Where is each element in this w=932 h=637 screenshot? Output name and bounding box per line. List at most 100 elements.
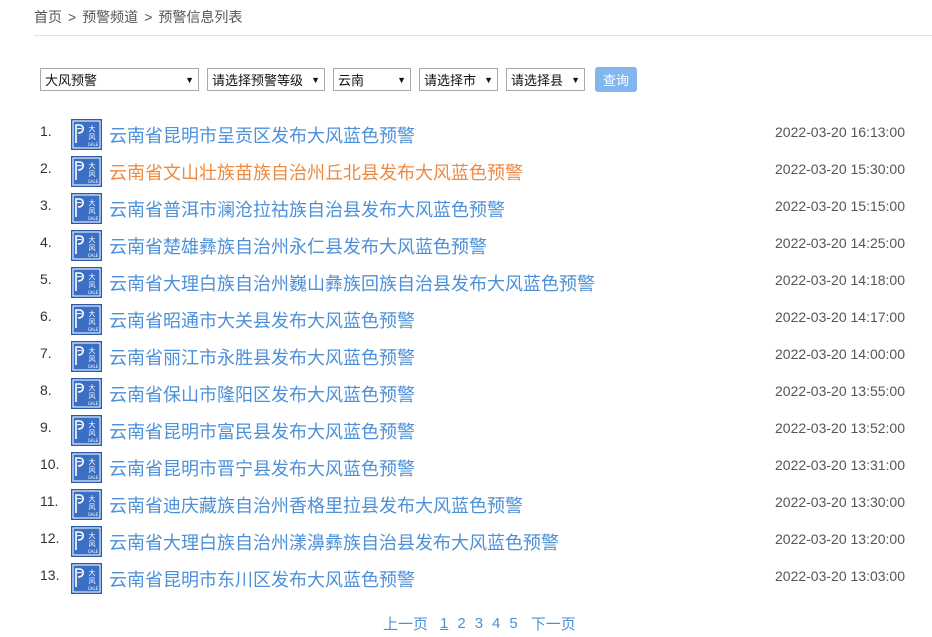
alert-time: 2022-03-20 13:31:00 [775, 457, 905, 473]
breadcrumb-channel-link[interactable]: 预警频道 [82, 7, 138, 27]
svg-text:大: 大 [89, 235, 96, 244]
alert-title-link[interactable]: 云南省普洱市澜沧拉祜族自治县发布大风蓝色预警 [109, 196, 505, 222]
gale-blue-warning-icon: 大 风 GALE [71, 119, 102, 150]
alert-list: 1. 大 风 GALE 云南省昆明市呈贡区发布大风蓝色预警 2022-03-20 … [0, 116, 932, 597]
alert-time: 2022-03-20 14:00:00 [775, 346, 905, 362]
svg-text:GALE: GALE [88, 512, 99, 517]
svg-text:大: 大 [89, 457, 96, 466]
gale-blue-warning-icon: 大 风 GALE [71, 267, 102, 298]
svg-text:大: 大 [89, 420, 96, 429]
alert-title-link[interactable]: 云南省大理白族自治州巍山彝族回族自治县发布大风蓝色预警 [109, 270, 595, 296]
svg-text:GALE: GALE [88, 179, 99, 184]
page-link[interactable]: 2 [457, 615, 465, 632]
city-value: 请选择市 [424, 73, 477, 88]
alert-row: 3. 大 风 GALE 云南省普洱市澜沧拉祜族自治县发布大风蓝色预警 2022-0… [0, 190, 932, 227]
next-page-link[interactable]: 下一页 [531, 613, 576, 634]
alert-title-link[interactable]: 云南省大理白族自治州漾濞彝族自治县发布大风蓝色预警 [109, 529, 559, 555]
svg-text:风: 风 [89, 577, 96, 585]
svg-text:大: 大 [89, 161, 96, 170]
svg-text:GALE: GALE [88, 216, 99, 221]
gale-blue-warning-icon: 大 风 GALE [71, 452, 102, 483]
page-link[interactable]: 3 [475, 615, 483, 632]
gale-blue-warning-icon: 大 风 GALE [71, 563, 102, 594]
svg-text:风: 风 [89, 170, 96, 178]
page-link[interactable]: 4 [492, 615, 500, 632]
alert-number: 10. [40, 456, 60, 472]
svg-text:GALE: GALE [88, 438, 99, 443]
alert-time: 2022-03-20 15:30:00 [775, 161, 905, 177]
alert-title-link[interactable]: 云南省丽江市永胜县发布大风蓝色预警 [109, 344, 415, 370]
alert-row: 8. 大 风 GALE 云南省保山市隆阳区发布大风蓝色预警 2022-03-20 … [0, 375, 932, 412]
alert-number: 5. [40, 271, 52, 287]
warning-level-value: 请选择预警等级 [212, 73, 304, 88]
alert-row: 9. 大 风 GALE 云南省昆明市富民县发布大风蓝色预警 2022-03-20 … [0, 412, 932, 449]
alert-title-link[interactable]: 云南省文山壮族苗族自治州丘北县发布大风蓝色预警 [109, 159, 523, 185]
alert-row: 13. 大 风 GALE 云南省昆明市东川区发布大风蓝色预警 2022-03-20… [0, 560, 932, 597]
svg-text:GALE: GALE [88, 253, 99, 258]
alert-title-link[interactable]: 云南省昆明市晋宁县发布大风蓝色预警 [109, 455, 415, 481]
svg-text:大: 大 [89, 346, 96, 355]
warning-type-select[interactable]: 大风预警 ▼ [40, 68, 199, 91]
svg-text:风: 风 [89, 503, 96, 511]
alert-title-link[interactable]: 云南省昆明市呈贡区发布大风蓝色预警 [109, 122, 415, 148]
alert-number: 8. [40, 382, 52, 398]
svg-text:大: 大 [89, 309, 96, 318]
svg-text:大: 大 [89, 272, 96, 281]
alert-row: 5. 大 风 GALE 云南省大理白族自治州巍山彝族回族自治县发布大风蓝色预警 2… [0, 264, 932, 301]
alert-time: 2022-03-20 13:20:00 [775, 531, 905, 547]
svg-text:风: 风 [89, 392, 96, 400]
gale-blue-warning-icon: 大 风 GALE [71, 378, 102, 409]
svg-text:风: 风 [89, 540, 96, 548]
alert-title-link[interactable]: 云南省昭通市大关县发布大风蓝色预警 [109, 307, 415, 333]
svg-text:大: 大 [89, 198, 96, 207]
svg-text:大: 大 [89, 494, 96, 503]
svg-text:GALE: GALE [88, 327, 99, 332]
breadcrumb-home-link[interactable]: 首页 [34, 7, 62, 27]
alert-time: 2022-03-20 16:13:00 [775, 124, 905, 140]
alert-time: 2022-03-20 13:30:00 [775, 494, 905, 510]
svg-text:风: 风 [89, 318, 96, 326]
svg-text:GALE: GALE [88, 549, 99, 554]
gale-blue-warning-icon: 大 风 GALE [71, 156, 102, 187]
gale-blue-warning-icon: 大 风 GALE [71, 230, 102, 261]
breadcrumb-separator: > [68, 9, 77, 25]
alert-time: 2022-03-20 14:18:00 [775, 272, 905, 288]
province-select[interactable]: 云南 ▼ [333, 68, 411, 91]
chevron-down-icon: ▼ [397, 74, 406, 85]
page-link[interactable]: 1 [440, 615, 448, 632]
svg-text:大: 大 [89, 568, 96, 577]
svg-text:GALE: GALE [88, 475, 99, 480]
alert-title-link[interactable]: 云南省迪庆藏族自治州香格里拉县发布大风蓝色预警 [109, 492, 523, 518]
pagination: 上一页 1 2 3 4 5 下一页 [383, 613, 576, 634]
alert-title-link[interactable]: 云南省昆明市富民县发布大风蓝色预警 [109, 418, 415, 444]
svg-text:大: 大 [89, 124, 96, 133]
svg-text:GALE: GALE [88, 142, 99, 147]
alert-title-link[interactable]: 云南省保山市隆阳区发布大风蓝色预警 [109, 381, 415, 407]
warning-type-value: 大风预警 [45, 73, 98, 88]
svg-text:风: 风 [89, 466, 96, 474]
alert-number: 13. [40, 567, 60, 583]
warning-level-select[interactable]: 请选择预警等级 ▼ [207, 68, 325, 91]
svg-text:风: 风 [89, 244, 96, 252]
alert-time: 2022-03-20 14:17:00 [775, 309, 905, 325]
page-link[interactable]: 5 [509, 615, 517, 632]
alert-time: 2022-03-20 13:03:00 [775, 568, 905, 584]
gale-blue-warning-icon: 大 风 GALE [71, 489, 102, 520]
alert-title-link[interactable]: 云南省昆明市东川区发布大风蓝色预警 [109, 566, 415, 592]
gale-blue-warning-icon: 大 风 GALE [71, 193, 102, 224]
county-select[interactable]: 请选择县 ▼ [506, 68, 585, 91]
alert-row: 1. 大 风 GALE 云南省昆明市呈贡区发布大风蓝色预警 2022-03-20 … [0, 116, 932, 153]
city-select[interactable]: 请选择市 ▼ [419, 68, 498, 91]
alert-title-link[interactable]: 云南省楚雄彝族自治州永仁县发布大风蓝色预警 [109, 233, 487, 259]
alert-time: 2022-03-20 13:55:00 [775, 383, 905, 399]
alert-row: 7. 大 风 GALE 云南省丽江市永胜县发布大风蓝色预警 2022-03-20 … [0, 338, 932, 375]
alert-row: 6. 大 风 GALE 云南省昭通市大关县发布大风蓝色预警 2022-03-20 … [0, 301, 932, 338]
alert-number: 7. [40, 345, 52, 361]
alert-time: 2022-03-20 15:15:00 [775, 198, 905, 214]
prev-page-link[interactable]: 上一页 [383, 613, 428, 634]
svg-text:大: 大 [89, 383, 96, 392]
query-button[interactable]: 查询 [595, 67, 638, 92]
filter-bar: 大风预警 ▼ 请选择预警等级 ▼ 云南 ▼ 请选择市 ▼ 请选择县 ▼ 查询 [40, 67, 638, 92]
alert-number: 6. [40, 308, 52, 324]
svg-text:风: 风 [89, 133, 96, 141]
